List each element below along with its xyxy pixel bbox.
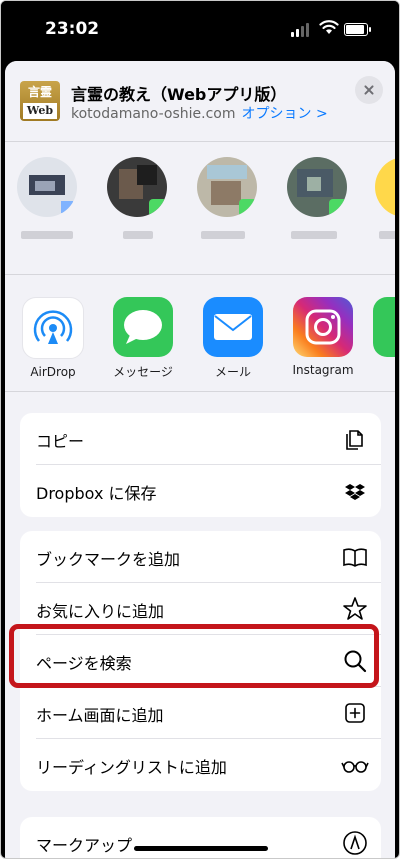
book-icon xyxy=(343,548,367,567)
airdrop-people-row xyxy=(5,142,395,274)
contact-suggestion[interactable] xyxy=(283,157,351,239)
site-app-icon: 言霊 Web xyxy=(20,81,60,121)
action-label: ホーム画面に追加 xyxy=(36,706,164,725)
contact-suggestion[interactable] xyxy=(13,157,81,239)
avatar xyxy=(17,157,77,217)
messages-badge-icon xyxy=(329,199,347,217)
add-to-home-screen-action[interactable]: ホーム画面に追加 xyxy=(20,687,381,739)
highlight-box xyxy=(9,624,379,688)
share-apps-row: AirDrop メッセージ メール Instagram xyxy=(5,275,395,391)
app-label: メール xyxy=(214,365,251,379)
avatar xyxy=(375,157,395,217)
action-label: Dropbox に保存 xyxy=(36,484,157,503)
app-partial-icon xyxy=(373,297,395,357)
wifi-icon xyxy=(319,20,339,34)
page-domain-line: kotodamano-oshie.com オプション > xyxy=(71,103,328,123)
app-label: Instagram xyxy=(292,363,354,377)
app-icon-text-top: 言霊 xyxy=(27,85,52,99)
avatar xyxy=(287,157,347,217)
airdrop-icon xyxy=(22,297,84,359)
share-sheet: 言霊 Web 言霊の教え（Webアプリ版） kotodamano-oshie.c… xyxy=(5,61,395,858)
battery-cap xyxy=(369,27,371,32)
page-domain: kotodamano-oshie.com xyxy=(71,106,236,122)
action-label: マークアップ xyxy=(36,836,133,855)
contact-suggestion[interactable] xyxy=(371,157,395,239)
avatar xyxy=(107,157,167,217)
status-time: 23:02 xyxy=(45,19,100,39)
mail-icon xyxy=(203,297,263,357)
avatar xyxy=(197,157,257,217)
close-button[interactable] xyxy=(355,76,383,104)
action-label: リーディングリストに追加 xyxy=(36,758,227,777)
glasses-icon xyxy=(341,761,369,773)
add-reading-list-action[interactable]: リーディングリストに追加 xyxy=(20,739,381,791)
app-icon-text-bottom: Web xyxy=(23,103,57,119)
contact-name-blurred xyxy=(379,231,395,239)
add-square-icon xyxy=(345,703,365,723)
add-bookmark-action[interactable]: ブックマークを追加 xyxy=(20,531,381,583)
markup-icon xyxy=(343,831,367,855)
status-bar: 23:02 xyxy=(1,1,399,59)
action-label: ブックマークを追加 xyxy=(36,550,181,569)
markup-action[interactable]: マークアップ xyxy=(20,817,381,858)
action-label: コピー xyxy=(36,432,85,451)
action-group-1: コピー Dropbox に保存 xyxy=(20,413,381,517)
messages-icon xyxy=(113,297,173,357)
star-icon xyxy=(343,597,367,620)
action-label: お気に入りに追加 xyxy=(36,602,165,621)
app-airdrop[interactable]: AirDrop xyxy=(13,297,93,379)
battery-icon xyxy=(344,23,368,36)
contact-name-blurred xyxy=(123,231,153,239)
contact-name-blurred xyxy=(201,231,245,239)
dropbox-icon xyxy=(345,484,365,500)
instagram-icon xyxy=(293,297,353,357)
app-partial[interactable] xyxy=(373,297,395,357)
app-instagram[interactable]: Instagram xyxy=(283,297,363,377)
contact-suggestion[interactable] xyxy=(103,157,171,239)
app-label: AirDrop xyxy=(30,365,76,379)
options-link[interactable]: オプション > xyxy=(242,106,328,122)
contact-name-blurred xyxy=(291,231,337,239)
action-group-3: マークアップ xyxy=(20,817,381,858)
divider xyxy=(5,391,395,392)
home-indicator xyxy=(134,846,268,851)
copy-action[interactable]: コピー xyxy=(20,413,381,465)
messages-badge-icon xyxy=(239,199,257,217)
page-title: 言霊の教え（Webアプリ版） xyxy=(71,85,287,104)
share-header: 言霊 Web 言霊の教え（Webアプリ版） kotodamano-oshie.c… xyxy=(5,61,395,141)
app-messages[interactable]: メッセージ xyxy=(103,297,183,380)
app-mail[interactable]: メール xyxy=(193,297,273,380)
messages-badge-icon xyxy=(149,199,167,217)
dropbox-save-action[interactable]: Dropbox に保存 xyxy=(20,465,381,517)
contact-suggestion[interactable] xyxy=(193,157,261,239)
phone-screen: 23:02 言霊 Web 言霊の教え（Webアプリ版） kotodamano-o… xyxy=(0,0,400,859)
contact-name-blurred xyxy=(21,231,73,239)
copy-icon xyxy=(346,430,363,450)
app-label: メッセージ xyxy=(113,365,173,379)
